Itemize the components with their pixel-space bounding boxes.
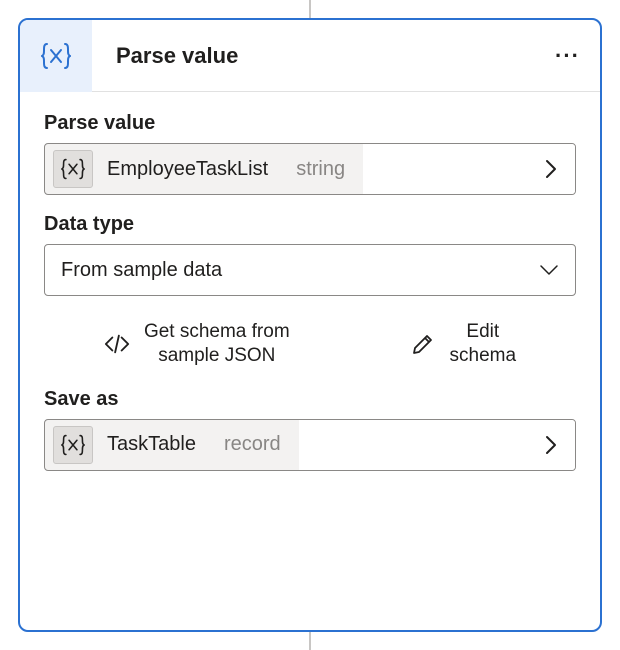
edit-schema-button[interactable]: Edit schema: [410, 320, 517, 368]
connector-line-bottom: [309, 632, 311, 650]
field-spacer: [299, 420, 527, 470]
token-type: string: [278, 144, 363, 194]
get-schema-button[interactable]: Get schema from sample JSON: [104, 320, 290, 368]
more-menu-button[interactable]: ···: [535, 43, 600, 69]
expand-chevron-button[interactable]: [527, 144, 575, 194]
parse-value-field-group: Parse value EmployeeTaskList string: [44, 112, 576, 195]
card-body: Parse value EmployeeTaskList string: [20, 92, 600, 495]
connector-line-top: [309, 0, 311, 18]
variable-icon: [53, 150, 93, 188]
data-type-value: From sample data: [61, 259, 222, 282]
card-title: Parse value: [92, 43, 535, 69]
card-icon-container: [20, 20, 92, 92]
schema-actions-row: Get schema from sample JSON Edit schema: [44, 314, 576, 370]
field-spacer: [363, 144, 527, 194]
parse-value-token[interactable]: EmployeeTaskList string: [45, 144, 363, 194]
get-schema-label: Get schema from sample JSON: [144, 320, 290, 368]
variable-braces-icon: [41, 42, 71, 70]
save-as-field-group: Save as TaskTable record: [44, 388, 576, 471]
save-as-input[interactable]: TaskTable record: [44, 419, 576, 471]
token-type: record: [206, 420, 299, 470]
data-type-label: Data type: [44, 213, 576, 236]
save-as-label: Save as: [44, 388, 576, 411]
save-as-token[interactable]: TaskTable record: [45, 420, 299, 470]
card-header: Parse value ···: [20, 20, 600, 92]
expand-chevron-button[interactable]: [527, 420, 575, 470]
code-icon: [104, 331, 130, 357]
parse-value-card: Parse value ··· Parse value EmployeeTask…: [18, 18, 602, 632]
variable-icon: [53, 426, 93, 464]
parse-value-label: Parse value: [44, 112, 576, 135]
pencil-icon: [410, 331, 436, 357]
parse-value-input[interactable]: EmployeeTaskList string: [44, 143, 576, 195]
token-name: TaskTable: [103, 433, 196, 456]
chevron-down-icon: [539, 264, 559, 276]
token-name: EmployeeTaskList: [103, 158, 268, 181]
edit-schema-label: Edit schema: [450, 320, 517, 368]
data-type-field-group: Data type From sample data: [44, 213, 576, 296]
data-type-select[interactable]: From sample data: [44, 244, 576, 296]
